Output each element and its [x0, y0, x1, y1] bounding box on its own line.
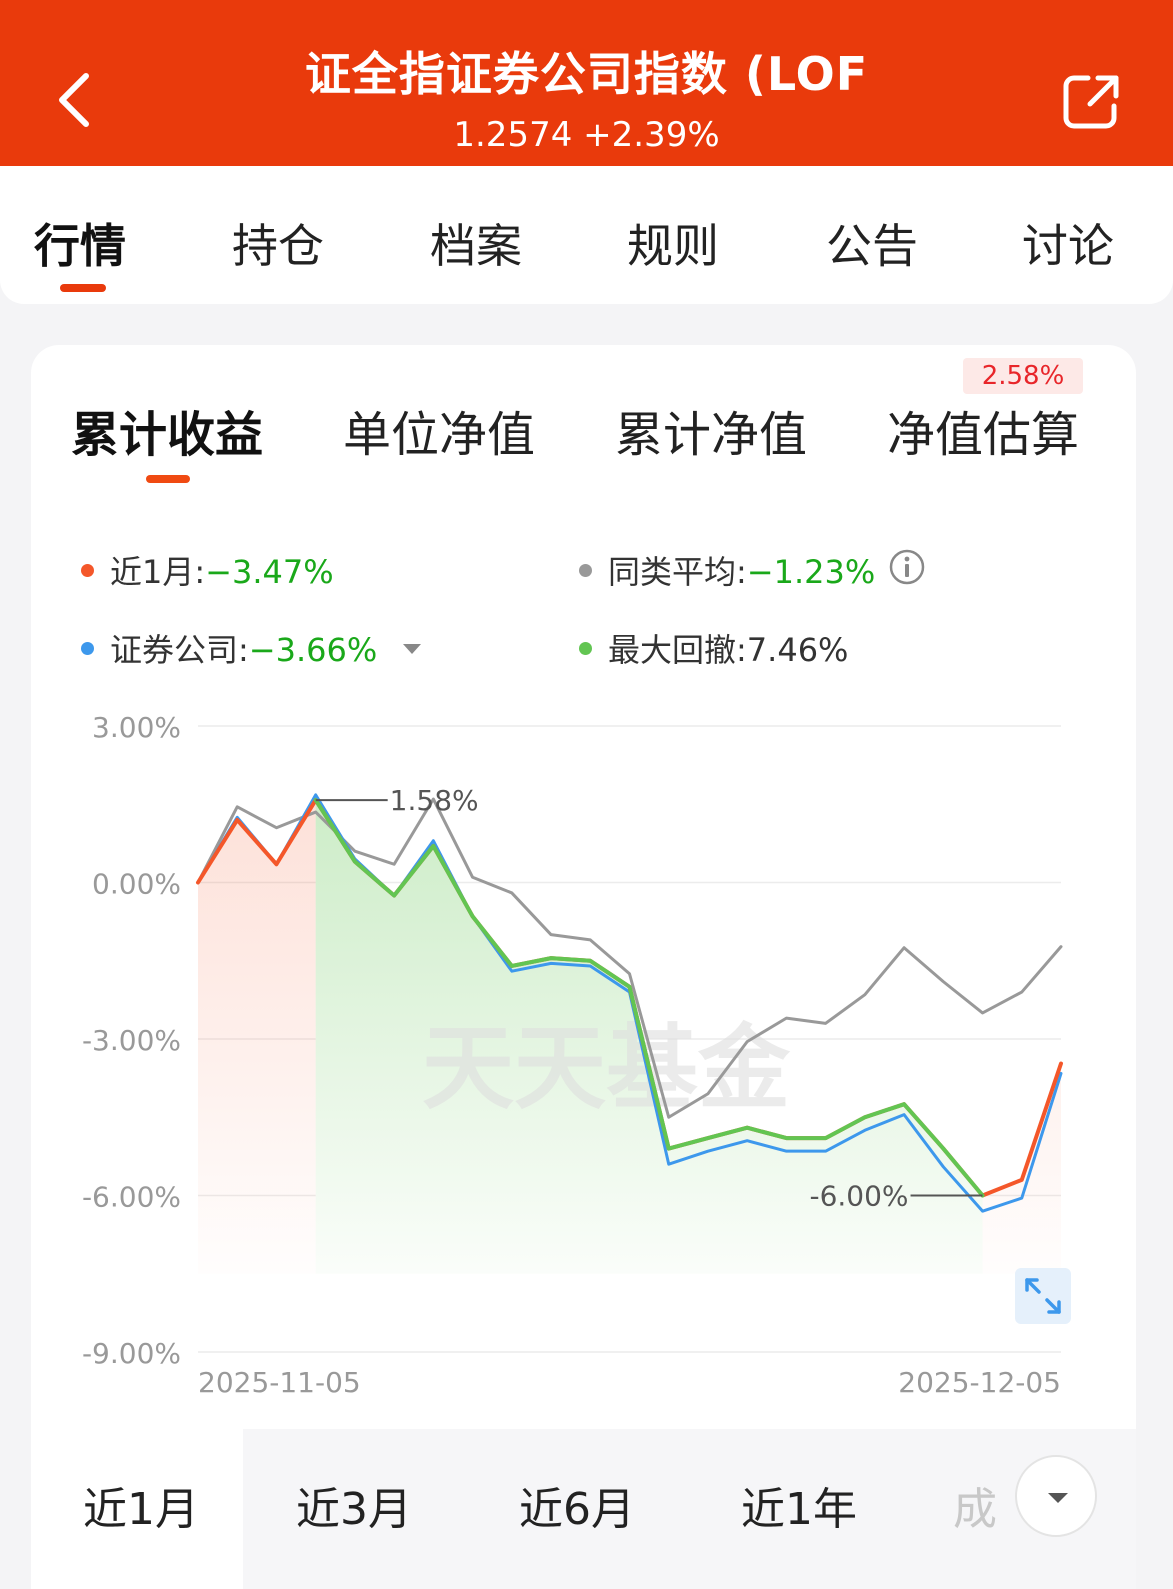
range-1y[interactable]: 近1年 [741, 1473, 857, 1537]
return-chart[interactable]: 3.00% 0.00% -3.00% -6.00% -9.00% 2025-11-05 20… [31, 345, 1136, 1425]
active-tab-indicator [60, 284, 106, 292]
range-more-button[interactable] [1015, 1455, 1097, 1537]
tab-market[interactable]: 行情 [34, 210, 126, 276]
y-tick-label: 0.00% [92, 868, 181, 901]
y-tick-label: -9.00% [82, 1337, 181, 1370]
app-header: 证全指证券公司指数 (LOF 1.2574 +2.39% [0, 0, 1173, 166]
x-tick-label: 2025-11-05 [198, 1366, 361, 1399]
chart-card: 累计收益 单位净值 累计净值 净值估算 2.58% 近1月:−3.47% 同类平… [31, 345, 1136, 1589]
y-tick-label: -3.00% [82, 1024, 181, 1057]
x-tick-label: 2025-12-05 [898, 1366, 1061, 1399]
watermark: 天天基金 [422, 1014, 791, 1122]
fund-title: 证全指证券公司指数 (LOF [304, 47, 869, 101]
tab-discussion[interactable]: 讨论 [1022, 210, 1114, 276]
range-1m[interactable]: 近1月 [83, 1473, 199, 1537]
y-tick-label: 3.00% [92, 711, 181, 744]
annotation-label: -6.00% [809, 1180, 908, 1213]
share-icon[interactable] [1062, 72, 1122, 132]
annotation-label: 1.58% [390, 784, 479, 817]
tab-holdings[interactable]: 持仓 [232, 210, 324, 276]
range-6m[interactable]: 近6月 [519, 1473, 635, 1537]
range-3m[interactable]: 近3月 [296, 1473, 412, 1537]
price-change: 1.2574 +2.39% [453, 115, 720, 155]
tab-announcements[interactable]: 公告 [826, 210, 918, 276]
main-tabs: 行情 持仓 档案 规则 公告 讨论 [0, 166, 1173, 304]
y-tick-label: -6.00% [82, 1181, 181, 1214]
tab-profile[interactable]: 档案 [430, 210, 522, 276]
tab-rules[interactable]: 规则 [627, 210, 719, 276]
expand-icon[interactable] [1015, 1268, 1071, 1324]
range-since-inception[interactable]: 成 [953, 1473, 997, 1537]
